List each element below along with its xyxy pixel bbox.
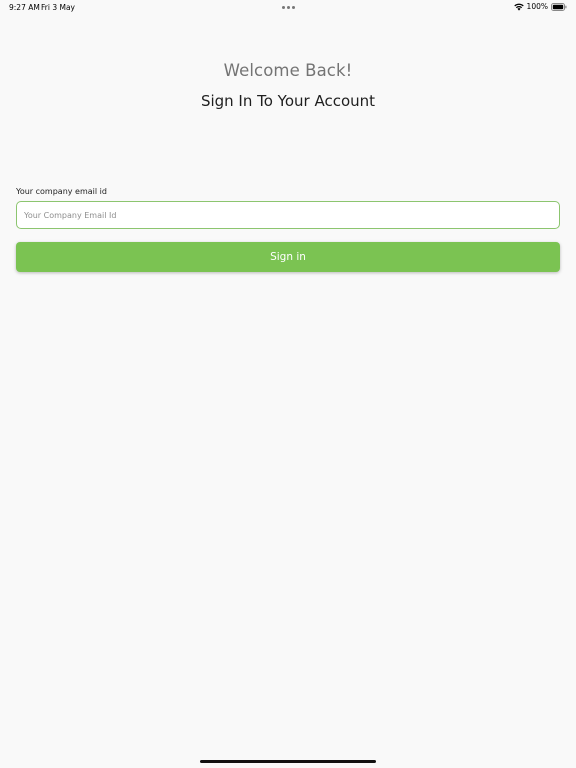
- status-date: Fri 3 May: [41, 3, 75, 12]
- welcome-heading: Welcome Back!: [223, 61, 353, 80]
- battery-icon: [551, 2, 567, 11]
- status-indicators: 100%: [513, 2, 567, 11]
- battery-percentage: 100%: [526, 2, 548, 11]
- email-label: Your company email id: [16, 187, 107, 196]
- status-time: 9:27 AM: [9, 3, 40, 12]
- status-bar: 9:27 AM Fri 3 May 100%: [0, 0, 576, 14]
- wifi-icon: [513, 3, 524, 11]
- email-field[interactable]: [16, 201, 560, 229]
- more-dots-icon[interactable]: [282, 6, 295, 9]
- page-title: Sign In To Your Account: [200, 92, 376, 110]
- home-indicator[interactable]: [200, 760, 376, 763]
- sign-in-button[interactable]: Sign in: [16, 242, 560, 272]
